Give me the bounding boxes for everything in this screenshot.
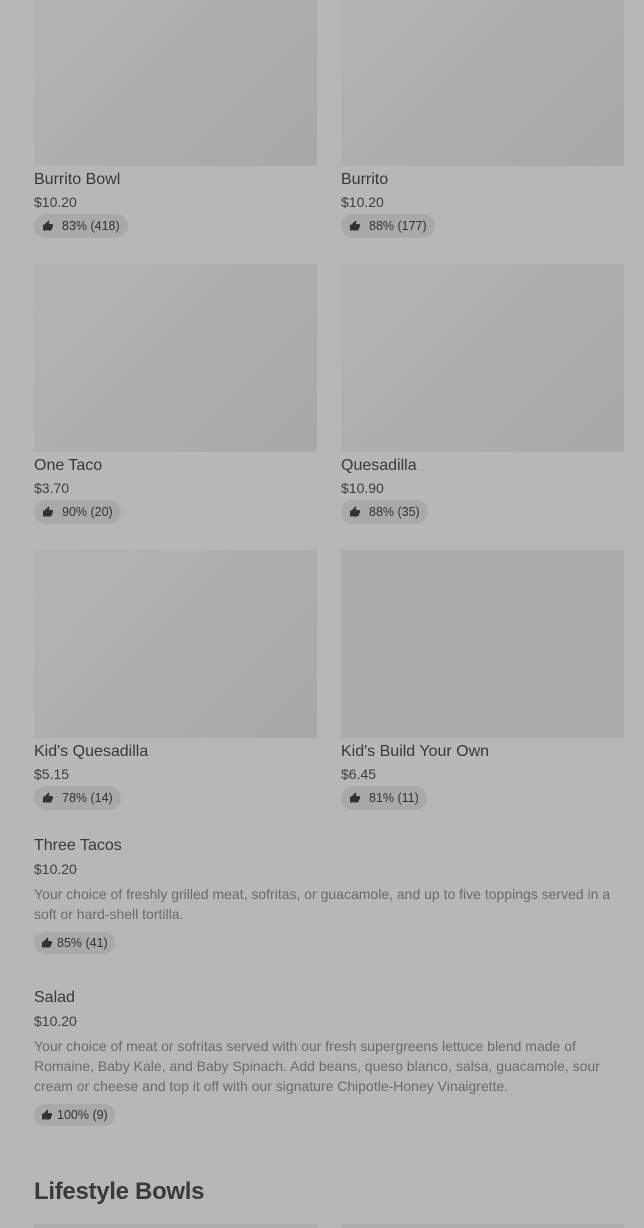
item-name: Three Tacos	[34, 837, 122, 854]
menu-page: Burrito Bowl $10.20 83% (418) Burrito $1…	[0, 0, 644, 1228]
thumbs-up-icon	[349, 792, 361, 804]
rating-text: 81% (11)	[369, 791, 419, 805]
item-description: Your choice of freshly grilled meat, sof…	[34, 886, 611, 922]
item-image	[341, 0, 624, 166]
menu-card-quesadilla[interactable]: Quesadilla $10.90 88% (35)	[341, 264, 624, 524]
rating-badge: 90% (20)	[34, 500, 121, 524]
item-name: Salad	[34, 989, 75, 1006]
item-image	[34, 264, 317, 452]
rating-badge: 81% (11)	[341, 786, 427, 810]
item-image	[34, 550, 317, 738]
menu-card-kids-quesadilla[interactable]: Kid's Quesadilla $5.15 78% (14)	[34, 550, 317, 810]
rating-badge: 88% (177)	[341, 214, 435, 238]
rating-badge: 85% (41)	[34, 932, 115, 954]
item-price: $10.20	[341, 194, 384, 210]
item-image	[341, 264, 624, 452]
item-price: $5.15	[34, 766, 70, 782]
thumbs-up-icon	[349, 506, 361, 518]
rating-text: 88% (177)	[369, 219, 427, 233]
rating-text: 100% (9)	[57, 1108, 108, 1122]
rating-text: 88% (35)	[369, 505, 420, 519]
menu-card-burrito[interactable]: Burrito $10.20 88% (177)	[341, 0, 624, 238]
thumbs-up-icon	[41, 1109, 53, 1121]
next-item-image	[341, 1224, 624, 1228]
thumbs-up-icon	[42, 506, 54, 518]
item-price: $10.90	[341, 480, 384, 496]
menu-card-kids-build-your-own[interactable]: Kid's Build Your Own $6.45 81% (11)	[341, 550, 624, 810]
next-item-image	[34, 1224, 317, 1228]
rating-text: 83% (418)	[62, 219, 120, 233]
item-price: $3.70	[34, 480, 70, 496]
rating-text: 90% (20)	[62, 505, 113, 519]
thumbs-up-icon	[41, 937, 53, 949]
item-price: $10.20	[34, 1013, 77, 1029]
item-description: Your choice of meat or sofritas served w…	[34, 1038, 600, 1094]
section-title-lifestyle-bowls: Lifestyle Bowls	[34, 1178, 205, 1205]
thumbs-up-icon	[42, 220, 54, 232]
item-name: Burrito Bowl	[34, 171, 121, 188]
menu-card-burrito-bowl[interactable]: Burrito Bowl $10.20 83% (418)	[34, 0, 317, 238]
item-name: Quesadilla	[341, 457, 417, 474]
item-name: Kid's Build Your Own	[341, 743, 490, 760]
item-name: Kid's Quesadilla	[34, 743, 149, 760]
item-image	[34, 0, 317, 166]
menu-card-one-taco[interactable]: One Taco $3.70 90% (20)	[34, 264, 317, 524]
item-name: Burrito	[341, 171, 389, 188]
item-price: $10.20	[34, 861, 77, 877]
item-image	[341, 550, 624, 738]
item-price: $10.20	[34, 194, 77, 210]
rating-badge: 100% (9)	[34, 1104, 115, 1126]
rating-badge: 88% (35)	[341, 500, 428, 524]
menu-item-three-tacos[interactable]: Three Tacos $10.20 Your choice of freshl…	[34, 837, 624, 954]
item-price: $6.45	[341, 766, 377, 782]
rating-text: 78% (14)	[62, 791, 113, 805]
menu-item-salad[interactable]: Salad $10.20 Your choice of meat or sofr…	[34, 989, 624, 1126]
item-name: One Taco	[34, 457, 103, 474]
rating-badge: 78% (14)	[34, 786, 121, 810]
thumbs-up-icon	[42, 792, 54, 804]
thumbs-up-icon	[349, 220, 361, 232]
rating-badge: 83% (418)	[34, 214, 128, 238]
rating-text: 85% (41)	[57, 936, 108, 950]
